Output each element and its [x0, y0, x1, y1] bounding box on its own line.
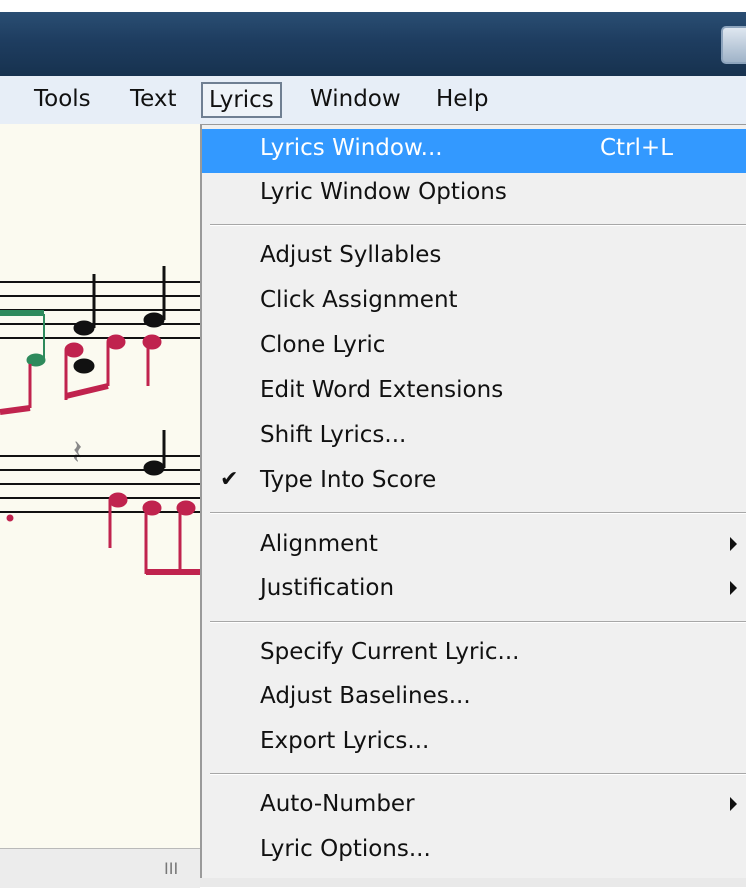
- menu-item-shift-lyrics[interactable]: Shift Lyrics...: [202, 416, 746, 460]
- menu-item-clone-lyric[interactable]: Clone Lyric: [202, 326, 746, 370]
- menu-item-label: Alignment: [260, 531, 378, 557]
- menu-item-edit-word-extensions[interactable]: Edit Word Extensions: [202, 371, 746, 415]
- title-bar: [0, 12, 746, 76]
- scrollbar-grip[interactable]: III: [164, 859, 178, 878]
- status-bar: [200, 878, 746, 887]
- menu-item-label: Edit Word Extensions: [260, 377, 504, 403]
- menu-window[interactable]: Window: [304, 82, 407, 116]
- menu-item-label: Justification: [260, 575, 395, 601]
- menu-bar: Tools Text Lyrics Window Help: [0, 76, 746, 125]
- menu-item-label: Lyric Window Options: [260, 179, 507, 205]
- menu-separator: [210, 224, 746, 226]
- menu-item-label: Specify Current Lyric...: [260, 639, 520, 665]
- menu-item-alignment[interactable]: Alignment: [202, 525, 746, 569]
- music-score-fragment: 𝄽: [0, 266, 200, 575]
- shortcut-label: Ctrl+L: [600, 135, 674, 161]
- menu-item-adjust-syllables[interactable]: Adjust Syllables: [202, 236, 746, 280]
- menu-help[interactable]: Help: [430, 82, 494, 116]
- menu-item-lyric-options[interactable]: Lyric Options...: [202, 830, 746, 874]
- submenu-arrow-icon: [730, 537, 737, 551]
- svg-text:𝄽: 𝄽: [72, 433, 82, 473]
- menu-lyrics[interactable]: Lyrics: [201, 82, 282, 118]
- submenu-arrow-icon: [730, 581, 737, 595]
- menu-separator: [210, 773, 746, 775]
- menu-item-auto-number[interactable]: Auto-Number: [202, 785, 746, 829]
- menu-item-label: Click Assignment: [260, 287, 458, 313]
- menu-item-specify-current-lyric[interactable]: Specify Current Lyric...: [202, 633, 746, 677]
- lyrics-dropdown-menu: Lyrics Window... Ctrl+L Lyric Window Opt…: [200, 124, 746, 878]
- menu-item-adjust-baselines[interactable]: Adjust Baselines...: [202, 677, 746, 721]
- menu-separator: [210, 512, 746, 514]
- menu-item-label: Export Lyrics...: [260, 728, 430, 754]
- top-strip: [0, 0, 746, 12]
- submenu-arrow-icon: [730, 797, 737, 811]
- horizontal-scrollbar[interactable]: III: [0, 848, 200, 888]
- menu-item-lyrics-window[interactable]: Lyrics Window... Ctrl+L: [202, 129, 746, 173]
- menu-item-label: Shift Lyrics...: [260, 422, 407, 448]
- menu-item-click-assignment[interactable]: Click Assignment: [202, 281, 746, 325]
- menu-separator: [210, 621, 746, 623]
- menu-item-type-into-score[interactable]: ✔ Type Into Score: [202, 461, 746, 505]
- window-control-button[interactable]: [721, 26, 746, 64]
- menu-item-label: Adjust Baselines...: [260, 683, 471, 709]
- menu-text[interactable]: Text: [124, 82, 183, 116]
- menu-item-label: Lyrics Window...: [260, 135, 443, 161]
- menu-item-export-lyrics[interactable]: Export Lyrics...: [202, 722, 746, 766]
- menu-item-label: Type Into Score: [260, 467, 437, 493]
- checkmark-icon: ✔: [220, 467, 239, 492]
- score-area[interactable]: 𝄽: [0, 124, 200, 864]
- menu-item-label: Clone Lyric: [260, 332, 386, 358]
- menu-tools[interactable]: Tools: [28, 82, 97, 116]
- menu-item-label: Auto-Number: [260, 791, 415, 817]
- menu-item-justification[interactable]: Justification: [202, 569, 746, 613]
- menu-item-label: Adjust Syllables: [260, 242, 442, 268]
- menu-item-label: Lyric Options...: [260, 836, 431, 862]
- menu-item-lyric-window-options[interactable]: Lyric Window Options: [202, 173, 746, 217]
